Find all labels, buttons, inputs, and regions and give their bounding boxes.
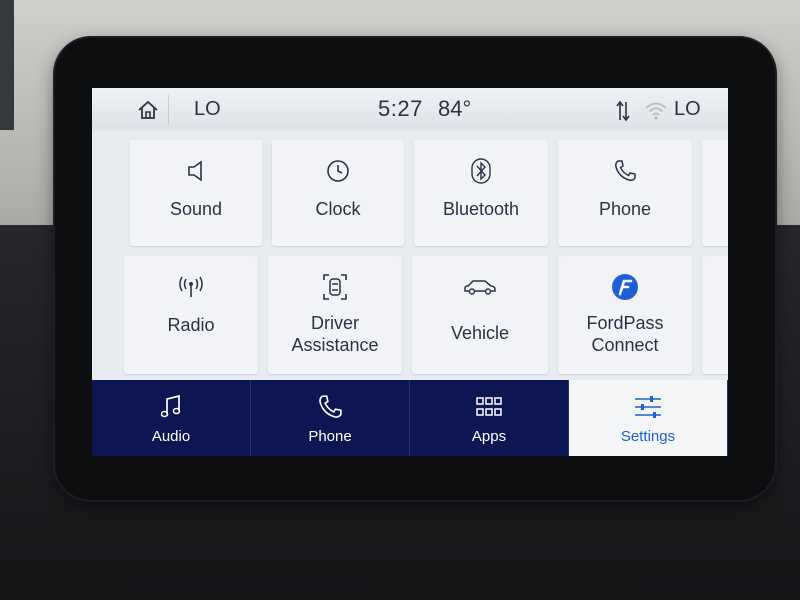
clock-icon	[327, 160, 349, 182]
tile-label: FordPass Connect	[586, 313, 664, 355]
sliders-icon	[635, 395, 661, 418]
car-icon	[464, 280, 496, 295]
tile-label: Phone	[598, 199, 652, 219]
infotainment-screen: LO 5:27 84° LO Sound Clock Bluetooth Pho…	[92, 88, 728, 456]
home-button[interactable]	[128, 95, 169, 125]
fordpass-icon	[612, 274, 638, 300]
nav-label: Phone	[308, 427, 352, 445]
tile-label: Sound	[169, 199, 223, 219]
tile-label: Clock	[315, 199, 361, 219]
background-shelf	[0, 0, 14, 130]
apps-grid-icon	[476, 396, 502, 416]
nav-label: Settings	[620, 427, 676, 445]
tile-bluetooth[interactable]: Bluetooth	[414, 140, 548, 246]
tile-label: Vehicle	[450, 323, 510, 343]
tile-sound[interactable]: Sound	[130, 140, 262, 246]
nav-audio[interactable]: Audio	[92, 380, 251, 456]
tile-fordpass-connect[interactable]: FordPass Connect	[558, 256, 692, 374]
tile-clock[interactable]: Clock	[272, 140, 404, 246]
nav-apps[interactable]: Apps	[410, 380, 569, 456]
data-transfer-icon	[616, 100, 630, 122]
tile-driver-assistance[interactable]: Driver Assistance	[268, 256, 402, 374]
bottom-nav-bar: Audio Phone Apps Settings	[92, 380, 728, 456]
nav-phone[interactable]: Phone	[251, 380, 410, 456]
tile-vehicle[interactable]: Vehicle	[412, 256, 548, 374]
nav-settings[interactable]: Settings	[569, 380, 728, 456]
phone-icon	[319, 394, 342, 418]
nav-label: Apps	[471, 427, 507, 445]
outside-temperature: 84°	[438, 96, 472, 121]
tile-next-page-partial[interactable]	[702, 140, 728, 246]
climate-left-temp[interactable]: LO	[194, 98, 221, 121]
home-icon	[138, 100, 158, 119]
music-note-icon	[160, 394, 181, 417]
status-bar: LO 5:27 84° LO	[92, 88, 728, 130]
tile-radio[interactable]: Radio	[124, 256, 258, 374]
bluetooth-icon	[471, 158, 491, 184]
wifi-icon	[645, 102, 667, 120]
nav-label: Audio	[151, 427, 191, 445]
tile-label: Bluetooth	[442, 199, 520, 219]
tile-phone[interactable]: Phone	[558, 140, 692, 246]
speaker-icon	[188, 160, 202, 182]
radio-antenna-icon	[179, 276, 203, 297]
climate-right-temp[interactable]: LO	[674, 98, 701, 121]
driver-assistance-icon	[323, 274, 347, 300]
phone-icon	[615, 160, 636, 181]
clock-time: 5:27	[378, 96, 423, 121]
tile-label: Radio	[167, 315, 215, 335]
tile-next-page-partial[interactable]	[702, 256, 728, 374]
tile-label: Driver Assistance	[291, 313, 379, 355]
settings-grid: Sound Clock Bluetooth Phone Radio Driver…	[92, 130, 728, 422]
